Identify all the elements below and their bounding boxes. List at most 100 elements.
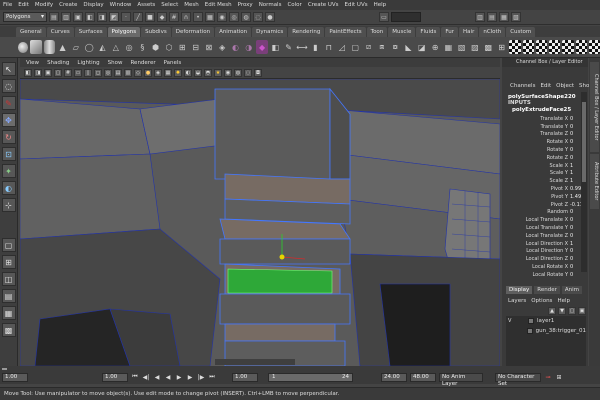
step-forward-key-icon[interactable]: ▶: [186, 373, 194, 381]
select-component-icon[interactable]: ◩: [109, 12, 119, 22]
ambient-occlusion-icon[interactable]: ◍: [234, 68, 242, 77]
uv-editor-icon[interactable]: ▦: [443, 40, 454, 54]
shelf-tab-general[interactable]: General: [16, 27, 46, 37]
menu-proxy[interactable]: Proxy: [238, 2, 253, 8]
boolean-union-icon[interactable]: ◐: [230, 40, 241, 54]
attribute-label[interactable]: Scale X: [550, 163, 568, 169]
channel-box-menu-channels[interactable]: Channels: [510, 83, 535, 89]
menu-set-dropdown[interactable]: Polygons: [3, 12, 47, 22]
attribute-label[interactable]: Rotate X: [547, 139, 568, 145]
anim-layer-dropdown[interactable]: No Anim Layer: [439, 372, 483, 387]
poly-cylinder-icon[interactable]: [43, 40, 55, 54]
poly-helix-icon[interactable]: §: [137, 40, 148, 54]
rotate-tool-icon[interactable]: ↻: [1, 130, 16, 144]
attribute-label[interactable]: Translate X: [540, 116, 568, 122]
motion-blur-icon[interactable]: ◌: [244, 68, 252, 77]
range-slider[interactable]: 1 24: [268, 372, 353, 382]
menu-edit[interactable]: Edit: [18, 2, 29, 8]
shelf-tab-custom[interactable]: Custom: [506, 27, 536, 37]
step-forward-icon[interactable]: |▶: [197, 373, 205, 381]
boolean-difference-icon[interactable]: ◑: [243, 40, 254, 54]
gate-mask-icon[interactable]: ◻: [94, 68, 102, 77]
quick-input-field[interactable]: [391, 12, 421, 22]
merge-vertex-icon[interactable]: ⊕: [429, 40, 440, 54]
play-forwards-icon[interactable]: ▶: [175, 373, 183, 381]
render-frame-icon[interactable]: ◎: [229, 12, 239, 22]
append-polygon-icon[interactable]: ◿: [336, 40, 347, 54]
combine-icon[interactable]: ⊞: [177, 40, 188, 54]
snap-curve-icon[interactable]: ∩: [181, 12, 191, 22]
render-settings-icon[interactable]: ◌: [253, 12, 263, 22]
scroll-thumb[interactable]: [582, 102, 586, 182]
snap-point-icon[interactable]: •: [193, 12, 203, 22]
channel-box-menu-edit[interactable]: Edit: [540, 83, 551, 89]
folder-icon[interactable]: ▤: [49, 12, 59, 22]
attribute-label[interactable]: Pivot X: [551, 186, 568, 192]
panel-menu-renderer[interactable]: Renderer: [130, 60, 155, 66]
layer-tab-display[interactable]: Display: [506, 286, 533, 294]
camera-attributes-icon[interactable]: ◨: [34, 68, 42, 77]
input-field-icon[interactable]: ▭: [379, 12, 389, 22]
show-attribute-editor-icon[interactable]: ▤: [487, 12, 497, 22]
attribute-label[interactable]: Pivot Z: [551, 202, 568, 208]
viewport-scene[interactable]: [20, 79, 500, 366]
end-time-field[interactable]: 48.00: [410, 372, 436, 382]
step-back-icon[interactable]: ◀|: [142, 373, 150, 381]
attribute-value[interactable]: 0: [568, 272, 586, 278]
extrude-icon[interactable]: ▮: [310, 40, 321, 54]
save-icon[interactable]: ▣: [73, 12, 83, 22]
automatic-mapping-icon[interactable]: ⊞: [496, 40, 507, 54]
move-tool-icon[interactable]: ✥: [1, 113, 16, 127]
shelf-tab-surfaces[interactable]: Surfaces: [74, 27, 107, 37]
boolean-intersection-icon[interactable]: ◆: [256, 40, 268, 54]
select-camera-icon[interactable]: ◧: [24, 68, 32, 77]
menu-modify[interactable]: Modify: [35, 2, 53, 8]
poly-sphere-icon[interactable]: [18, 41, 29, 53]
attribute-label[interactable]: Local Rotate X: [532, 264, 568, 270]
separate-icon[interactable]: ⊟: [190, 40, 201, 54]
show-manipulator-icon[interactable]: ⊹: [1, 198, 16, 212]
uv-mask-icon[interactable]: ◆: [157, 12, 167, 22]
xray-icon[interactable]: ◒: [194, 68, 202, 77]
duplicate-face-icon[interactable]: ◪: [416, 40, 427, 54]
menu-color[interactable]: Color: [287, 2, 301, 8]
insert-edge-loop-icon[interactable]: ⧈: [376, 40, 387, 54]
image-plane-icon[interactable]: ▢: [54, 68, 62, 77]
cylindrical-mapping-icon[interactable]: ▨: [469, 40, 480, 54]
move-layer-down-icon[interactable]: ▼: [558, 307, 566, 315]
attribute-label[interactable]: Pivot Y: [551, 194, 568, 200]
checker-2-icon[interactable]: [522, 40, 534, 54]
shelf-tab-polygons[interactable]: Polygons: [107, 27, 141, 37]
panel-menu-view[interactable]: View: [26, 60, 39, 66]
split-polygon-icon[interactable]: ⧄: [363, 40, 374, 54]
mirror-icon[interactable]: ◧: [270, 40, 281, 54]
bookmark-icon[interactable]: ▣: [44, 68, 52, 77]
open-icon[interactable]: ▥: [61, 12, 71, 22]
go-to-start-icon[interactable]: ⏮: [131, 373, 139, 381]
paint-select-tool-icon[interactable]: ✎: [1, 96, 16, 110]
planar-mapping-icon[interactable]: ▧: [456, 40, 467, 54]
attribute-label[interactable]: Local Rotate Y: [532, 272, 568, 278]
lasso-tool-icon[interactable]: ◌: [1, 79, 16, 93]
outliner-layout-icon[interactable]: ▤: [1, 289, 16, 303]
menu-mesh[interactable]: Mesh: [184, 2, 198, 8]
attribute-label[interactable]: Random: [547, 209, 568, 215]
anti-aliasing-icon[interactable]: ◘: [254, 68, 262, 77]
menu-assets[interactable]: Assets: [137, 2, 155, 8]
sculpt-icon[interactable]: ✎: [283, 40, 294, 54]
go-to-end-icon[interactable]: ⏭: [208, 373, 216, 381]
poly-cube-icon[interactable]: [30, 40, 42, 54]
new-layer-from-selection-icon[interactable]: ▣: [578, 307, 586, 315]
layer-menu-options[interactable]: Options: [531, 298, 552, 304]
layer-visibility-toggle[interactable]: V: [508, 318, 515, 324]
attribute-label[interactable]: Translate Y: [541, 124, 568, 130]
show-channel-box-icon[interactable]: ▧: [511, 12, 521, 22]
safe-title-icon[interactable]: ▥: [124, 68, 132, 77]
checker-4-icon[interactable]: [549, 40, 561, 54]
attribute-label[interactable]: Local Direction Z: [526, 256, 568, 262]
step-back-key-icon[interactable]: ◀: [153, 373, 161, 381]
panel-menu-panels[interactable]: Panels: [164, 60, 182, 66]
menu-edit-uvs[interactable]: Edit UVs: [345, 2, 368, 8]
resolution-gate-icon[interactable]: ▯: [84, 68, 92, 77]
menu-window[interactable]: Window: [110, 2, 132, 8]
